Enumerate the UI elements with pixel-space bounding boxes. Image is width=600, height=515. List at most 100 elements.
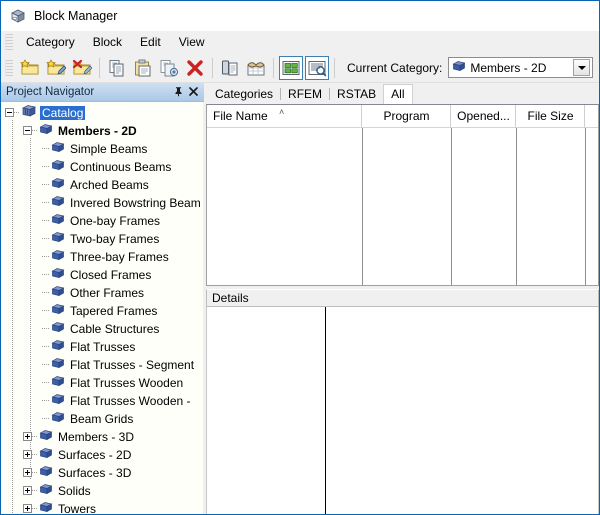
tree-item-label: Beam Grids [70,411,134,426]
details-body[interactable] [206,307,599,514]
tree-item[interactable]: One-bay Frames [1,212,203,230]
toolbar-separator-2 [212,57,213,78]
collapse-icon[interactable] [5,108,14,118]
tree-connector [32,436,38,438]
book-icon [51,213,65,229]
tree-item-label: Members - 3D [58,429,135,444]
tab-categories[interactable]: Categories [208,85,280,104]
properties-button[interactable] [218,56,242,80]
collapse-icon[interactable] [23,126,32,136]
book-icon [51,321,65,337]
file-list[interactable]: File Name ˄ Program Opened... File Size [206,104,599,286]
file-list-body[interactable] [207,128,598,285]
tree-item[interactable]: Flat Trusses Wooden [1,374,203,392]
tree-item[interactable]: Flat Trusses - Segment [1,356,203,374]
tree-item[interactable]: Closed Frames [1,266,203,284]
pin-icon[interactable] [171,84,186,99]
expand-icon[interactable] [23,486,32,496]
tree-item[interactable]: Simple Beams [1,140,203,158]
column-header[interactable]: File Size [516,105,585,127]
tree-item[interactable]: Other Frames [1,284,203,302]
tree-connector [42,310,50,312]
tree-item[interactable]: Solids [1,482,203,500]
tree-connector [32,454,38,456]
tree-item-label: Arched Beams [70,177,149,192]
handshake-button[interactable] [244,56,268,80]
expand-icon[interactable] [23,504,32,514]
close-icon[interactable] [186,84,201,99]
catalog-tree[interactable]: Catalog Members - 2D Simple Beams Continuou… [1,101,204,514]
expand-icon[interactable] [23,450,32,460]
current-category-combobox[interactable]: Members - 2D [448,57,593,78]
column-header[interactable]: File Name ˄ [207,105,362,127]
copy-button[interactable] [105,56,129,80]
tab-rstab[interactable]: RSTAB [330,85,383,104]
book-icon [51,303,65,319]
tree-item[interactable]: Tapered Frames [1,302,203,320]
new-category-button[interactable] [18,56,42,80]
tree-item-label: Catalog [40,105,86,120]
tree-item-label: Invered Bowstring Beam [70,195,201,210]
expand-icon[interactable] [23,432,32,442]
expand-icon[interactable] [23,468,32,478]
duplicate-button[interactable] [157,56,181,80]
book-icon [39,123,53,139]
tree-item[interactable]: Continuous Beams [1,158,203,176]
tree-item[interactable]: Flat Trusses [1,338,203,356]
tree-connector [32,130,38,132]
menu-item-view[interactable]: View [170,33,214,51]
book-icon [51,393,65,409]
tree-item[interactable]: Surfaces - 3D [1,464,203,482]
tree-item[interactable]: Towers [1,500,203,514]
details-splitter[interactable] [325,307,326,514]
tree-item[interactable]: Members - 2D [1,122,203,140]
tab-rfem[interactable]: RFEM [281,85,329,104]
tree-item-label: Other Frames [70,285,145,300]
project-navigator-header: Project Navigator [1,83,204,102]
tree-connector [42,166,50,168]
tab-all[interactable]: All [383,84,413,104]
tree-connector [32,490,38,492]
menu-gripper[interactable] [5,34,13,50]
menu-item-block[interactable]: Block [84,33,131,51]
tree-item-label: Flat Trusses [70,339,136,354]
window-title: Block Manager [34,8,118,23]
tree-item-label: Flat Trusses Wooden - [70,393,191,408]
tree-item-label: Solids [58,483,91,498]
toolbar-gripper[interactable] [5,59,13,76]
catalog-icon [21,104,37,121]
menu-item-edit[interactable]: Edit [131,33,170,51]
tree-item-label: Members - 2D [58,123,137,138]
menu-item-category[interactable]: Category [17,33,84,51]
column-header[interactable]: Opened... [451,105,516,127]
tree-item[interactable]: Beam Grids [1,410,203,428]
book-icon [39,465,53,481]
delete-category-button[interactable] [70,56,94,80]
tree-item-label: Cable Structures [70,321,160,336]
details-view-button[interactable] [305,55,329,80]
column-header[interactable]: Program [362,105,451,127]
tree-item[interactable]: Catalog [1,104,203,122]
tree-item[interactable]: Three-bay Frames [1,248,203,266]
tree-connector [42,238,50,240]
column-resize-handle[interactable] [584,105,585,127]
tree-item[interactable]: Cable Structures [1,320,203,338]
thumbnail-view-button[interactable] [279,55,303,80]
tree-item[interactable]: Flat Trusses Wooden - [1,392,203,410]
tree-item[interactable]: Arched Beams [1,176,203,194]
book-icon [51,375,65,391]
tree-connector [42,292,50,294]
paste-button[interactable] [131,56,155,80]
column-grid-line [585,128,586,285]
book-icon [51,285,65,301]
details-header[interactable]: Details [206,289,599,307]
tree-item-label: Simple Beams [70,141,148,156]
chevron-down-icon[interactable] [573,59,590,76]
book-icon [39,429,53,445]
delete-x-button[interactable] [183,56,207,80]
tree-item[interactable]: Two-bay Frames [1,230,203,248]
tree-item[interactable]: Invered Bowstring Beam [1,194,203,212]
tree-item[interactable]: Surfaces - 2D [1,446,203,464]
edit-category-button[interactable] [44,56,68,80]
tree-item[interactable]: Members - 3D [1,428,203,446]
